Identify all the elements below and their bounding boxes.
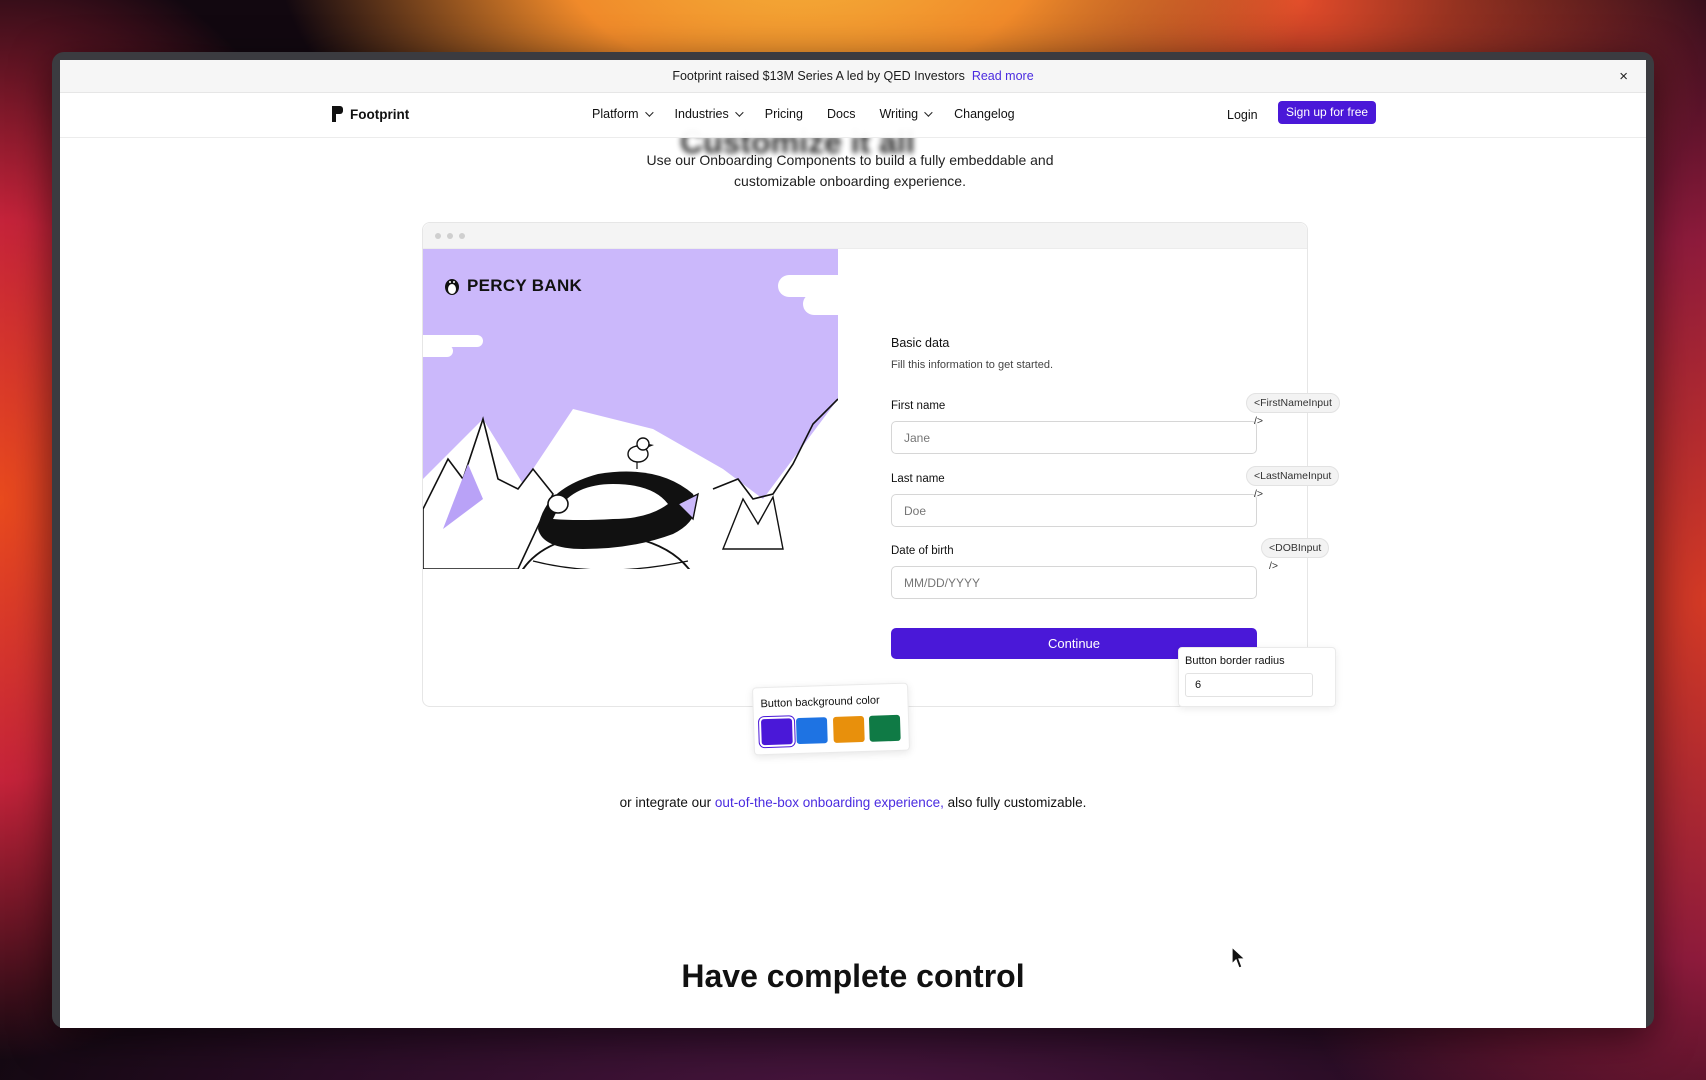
integrate-prefix: or integrate our (619, 795, 712, 810)
onboarding-demo-card: PERCY BANK Basic data Fill this informat… (422, 222, 1340, 756)
nav-item-platform[interactable]: Platform (592, 107, 654, 121)
penguin-icon (445, 279, 459, 295)
nav-item-industries[interactable]: Industries (674, 107, 744, 121)
border-radius-control: Button border radius 6 (1178, 647, 1336, 707)
login-link[interactable]: Login (1227, 108, 1258, 122)
dob-input[interactable] (891, 566, 1257, 599)
top-navigation: Footprint Platform Industries Pricing Do… (60, 93, 1646, 138)
color-swatch-purple[interactable] (760, 718, 793, 746)
window-dot (435, 233, 441, 239)
section-heading: Have complete control (681, 958, 1025, 994)
onboarding-experience-link[interactable]: out-of-the-box onboarding experience, (715, 795, 944, 810)
percy-bank-logo: PERCY BANK (443, 276, 582, 296)
background-color-control: Button background color (751, 682, 911, 756)
announcement-bar: Footprint raised $13M Series A led by QE… (60, 60, 1646, 93)
nav-item-pricing[interactable]: Pricing (765, 107, 803, 121)
signup-button[interactable]: Sign up for free (1278, 101, 1377, 124)
last-name-input[interactable] (891, 494, 1257, 527)
mouse-cursor-icon (1231, 946, 1247, 969)
first-name-label: First name (891, 400, 946, 412)
chevron-down-icon (924, 108, 933, 117)
hero-subtitle: Use our Onboarding Components to build a… (600, 150, 1100, 192)
nav-label: Industries (674, 107, 729, 121)
dob-label: Date of birth (891, 545, 954, 557)
nav-label: Writing (879, 107, 919, 121)
illustration-graphic (423, 275, 838, 569)
nav-links: Platform Industries Pricing Docs Writing (592, 107, 1015, 121)
nav-label: Platform (592, 107, 639, 121)
chevron-down-icon (644, 108, 654, 117)
nav-item-docs[interactable]: Docs (827, 107, 855, 121)
color-swatch-green[interactable] (868, 714, 901, 742)
browser-window: Footprint raised $13M Series A led by QE… (52, 52, 1654, 1028)
footprint-logo-icon (332, 106, 344, 122)
integrate-suffix: also fully customizable. (947, 795, 1087, 810)
border-radius-input[interactable]: 6 (1185, 673, 1313, 697)
window-dot (459, 233, 465, 239)
nav-item-writing[interactable]: Writing (879, 107, 933, 121)
color-swatch-blue[interactable] (795, 717, 828, 745)
form-subtitle: Fill this information to get started. (891, 359, 1054, 371)
brand-name: Footprint (350, 106, 410, 122)
footprint-logo[interactable]: Footprint (332, 106, 409, 122)
announcement-text: Footprint raised $13M Series A led by QE… (672, 69, 965, 83)
close-icon[interactable]: × (1619, 68, 1628, 85)
nav-label: Pricing (764, 107, 803, 121)
window-dot (447, 233, 453, 239)
nav-label: Changelog (954, 107, 1015, 121)
first-name-component-tag: <FirstNameInput /> (1246, 393, 1340, 427)
demo-window-bar (423, 223, 1307, 249)
nav-label: Docs (826, 107, 856, 121)
last-name-label: Last name (891, 473, 945, 485)
subtitle-line: Use our Onboarding Components to build a… (646, 152, 1054, 168)
subtitle-line: customizable onboarding experience. (734, 173, 966, 189)
background-color-label: Button background color (760, 694, 880, 711)
last-name-component-tag: <LastNameInput /> (1246, 466, 1340, 500)
read-more-link[interactable]: Read more (972, 69, 1034, 83)
border-radius-label: Button border radius (1185, 655, 1285, 667)
first-name-input[interactable] (891, 421, 1257, 454)
form-title: Basic data (891, 336, 950, 350)
bank-name: PERCY BANK (467, 276, 583, 295)
penguin-igloo-illustration: PERCY BANK (423, 249, 838, 569)
color-swatch-orange[interactable] (832, 715, 865, 743)
integrate-text: or integrate our out-of-the-box onboardi… (460, 795, 1246, 810)
web-page: Footprint raised $13M Series A led by QE… (60, 60, 1646, 1028)
chevron-down-icon (734, 108, 744, 117)
dob-component-tag: <DOBInput /> (1261, 538, 1330, 572)
nav-item-changelog[interactable]: Changelog (954, 107, 1014, 121)
